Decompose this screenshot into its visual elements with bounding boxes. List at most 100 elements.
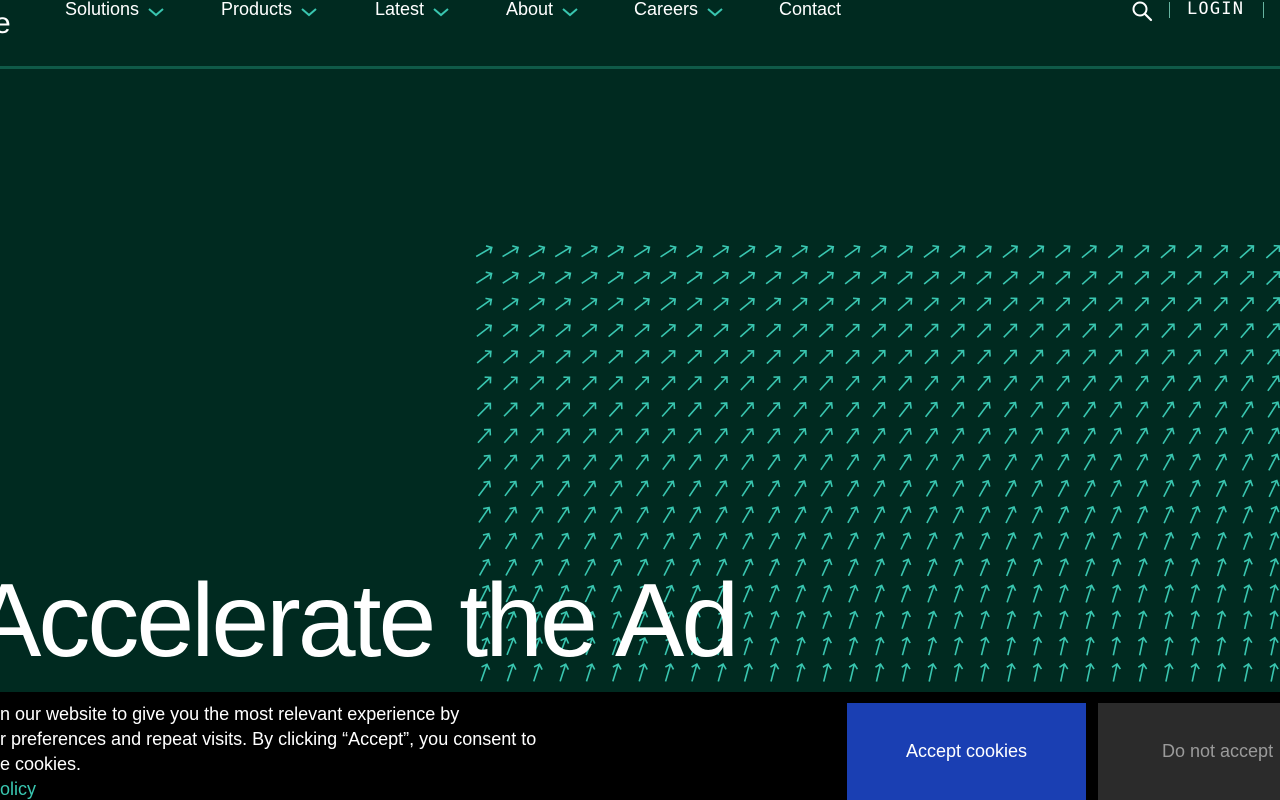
arrow-mark	[740, 428, 755, 444]
arrow-mark	[1030, 453, 1044, 471]
arrow-mark	[925, 453, 939, 471]
arrow-mark	[794, 532, 807, 550]
arrow-mark	[1216, 610, 1227, 630]
login-link[interactable]: LOGIN	[1187, 0, 1244, 21]
arrow-mark	[743, 636, 754, 656]
nav-item-label: About	[506, 0, 554, 19]
arrow-mark	[898, 375, 912, 391]
arrow-mark	[529, 376, 544, 391]
arrow-mark	[502, 323, 519, 338]
arrow-mark	[1239, 297, 1254, 312]
cookie-policy-link[interactable]: policy	[0, 777, 590, 800]
nav-item-about[interactable]: About	[506, 0, 579, 21]
logo[interactable]: e	[0, 6, 11, 42]
arrow-mark	[872, 427, 886, 444]
arrow-mark	[503, 376, 518, 391]
arrow-mark	[1108, 323, 1123, 339]
search-icon[interactable]	[1131, 0, 1153, 22]
arrow-mark	[769, 584, 780, 603]
nav-item-latest[interactable]: Latest	[375, 0, 450, 21]
arrow-mark	[1164, 636, 1174, 656]
nav-item-label: Careers	[634, 0, 699, 19]
arrow-mark	[923, 244, 940, 259]
arrow-mark	[822, 662, 832, 682]
arrow-mark	[1006, 662, 1016, 682]
nav-item-products[interactable]: Products	[221, 0, 318, 21]
arrow-mark	[1031, 532, 1043, 550]
arrow-mark	[1161, 323, 1175, 339]
arrow-mark	[1215, 427, 1228, 445]
arrow-mark	[636, 532, 649, 550]
arrow-mark	[1083, 479, 1096, 498]
arrow-mark	[1215, 479, 1228, 498]
arrow-mark	[1111, 531, 1122, 550]
arrow-mark	[875, 636, 885, 656]
arrow-mark	[1082, 323, 1097, 339]
arrow-mark	[1190, 662, 1200, 682]
arrow-mark	[531, 532, 544, 550]
arrow-mark	[844, 297, 860, 312]
arrow-mark	[1187, 323, 1202, 339]
arrow-mark	[976, 297, 992, 312]
arrow-mark	[1136, 479, 1149, 498]
arrow-mark	[978, 505, 991, 524]
arrow-mark	[949, 244, 966, 259]
arrow-mark	[686, 245, 703, 258]
arrow-mark	[898, 349, 912, 365]
arrow-mark	[1085, 662, 1095, 682]
arrow-mark	[1058, 558, 1069, 577]
arrow-mark	[1214, 349, 1228, 365]
decline-cookies-button[interactable]: Do not accept	[1098, 703, 1280, 800]
arrow-mark	[872, 453, 886, 471]
arrow-mark	[793, 454, 807, 471]
arrow-mark	[528, 271, 546, 284]
arrow-mark	[845, 401, 860, 418]
arrow-mark	[1269, 662, 1279, 682]
arrow-mark	[662, 480, 676, 497]
arrow-mark	[1214, 401, 1228, 418]
arrow-mark	[900, 532, 912, 550]
arrow-mark	[687, 402, 702, 418]
arrow-mark	[977, 349, 991, 365]
nav-item-solutions[interactable]: Solutions	[65, 0, 165, 21]
arrow-mark	[768, 532, 781, 550]
arrow-mark	[1110, 479, 1122, 498]
chevron-down-icon	[433, 8, 449, 17]
nav-item-contact[interactable]: Contact	[779, 0, 841, 21]
arrow-mark	[819, 401, 833, 418]
arrow-mark	[555, 376, 571, 391]
arrow-mark	[607, 297, 624, 311]
arrow-mark	[1163, 479, 1175, 498]
arrow-mark	[633, 245, 651, 258]
arrow-mark	[976, 271, 992, 285]
arrow-mark	[926, 506, 938, 524]
arrow-mark	[1189, 479, 1201, 498]
arrow-mark	[872, 401, 886, 418]
arrow-mark	[503, 428, 518, 444]
arrow-mark	[1059, 584, 1069, 603]
arrow-mark	[822, 610, 833, 629]
arrow-mark	[1242, 479, 1254, 498]
arrow-mark	[660, 271, 677, 285]
arrow-mark	[1164, 584, 1174, 603]
accept-cookies-button[interactable]: Accept cookies	[847, 703, 1086, 800]
arrow-mark	[1059, 610, 1069, 630]
arrow-mark	[1267, 375, 1280, 392]
arrow-mark	[502, 271, 519, 284]
arrow-mark	[1111, 584, 1122, 603]
arrow-mark	[1056, 375, 1070, 392]
arrow-mark	[530, 506, 544, 523]
arrow-mark	[899, 453, 912, 471]
page: e Solutions Products Latest About Career…	[0, 0, 1280, 800]
arrow-mark	[1137, 531, 1148, 550]
arrow-mark	[1108, 297, 1123, 312]
arrow-mark	[1083, 401, 1096, 418]
arrow-mark	[1029, 323, 1044, 338]
nav-item-careers[interactable]: Careers	[634, 0, 724, 21]
arrow-mark	[739, 297, 755, 311]
arrow-mark	[1269, 557, 1280, 577]
arrow-mark	[871, 297, 887, 312]
arrow-mark	[475, 245, 493, 258]
arrow-mark	[1056, 349, 1070, 365]
arrow-mark	[1187, 297, 1202, 312]
